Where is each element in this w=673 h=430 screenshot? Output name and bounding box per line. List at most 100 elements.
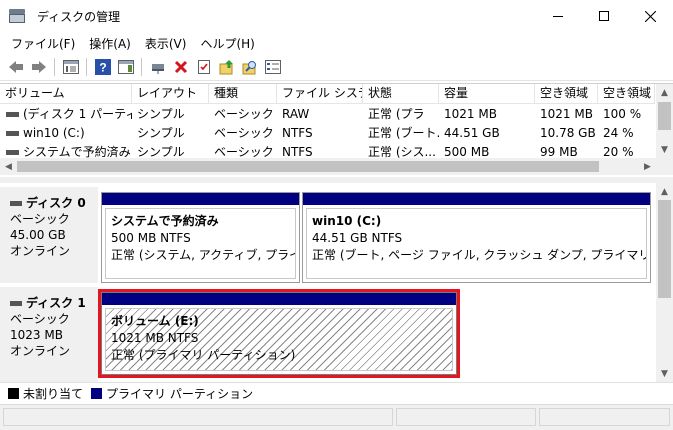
scroll-down-icon[interactable]: ▼ — [656, 365, 673, 382]
legend-swatch-primary — [91, 388, 103, 399]
toolbar-separator — [54, 58, 55, 76]
volume-layout: シンプル — [137, 107, 185, 121]
volume-name: win10 (C:) — [23, 126, 85, 140]
scrollbar-corner — [656, 158, 673, 175]
console-tree-button[interactable] — [59, 56, 82, 79]
details-icon — [264, 60, 281, 74]
partition-status: 正常 (ブート, ページ ファイル, クラッシュ ダンプ, プライマリ パーティ… — [312, 248, 647, 262]
volume-list: ボリューム レイアウト 種類 ファイル システム 状態 容量 空き領域 空き領域… — [0, 83, 673, 177]
status-section — [396, 408, 536, 426]
table-row[interactable]: win10 (C:) シンプル ベーシック NTFS 正常 (ブート... 44… — [0, 124, 655, 143]
column-capacity[interactable]: 容量 — [439, 84, 535, 103]
column-file-system[interactable]: ファイル システム — [277, 84, 363, 103]
volume-capacity: 44.51 GB — [444, 126, 500, 140]
menu-view[interactable]: 表示(V) — [138, 33, 194, 54]
close-icon — [644, 10, 656, 22]
disk-icon — [10, 200, 22, 206]
column-layout[interactable]: レイアウト — [132, 84, 209, 103]
help-button[interactable]: ? — [91, 56, 114, 79]
forward-icon — [31, 61, 46, 73]
toolbar: ? — [0, 54, 673, 81]
minimize-button[interactable] — [535, 0, 581, 32]
disk-type: ベーシック — [10, 312, 70, 326]
volume-file-system: NTFS — [282, 126, 313, 140]
volume-free-percent: 24 % — [603, 126, 634, 140]
column-volume[interactable]: ボリューム — [0, 84, 132, 103]
partition-bar — [102, 193, 299, 205]
up-button[interactable] — [215, 56, 238, 79]
scroll-up-icon[interactable]: ▲ — [656, 84, 673, 101]
delete-button[interactable] — [169, 56, 192, 79]
volume-free-space: 10.78 GB — [540, 126, 596, 140]
volume-icon — [6, 131, 19, 136]
legend-label-unallocated: 未割り当て — [23, 387, 84, 401]
volume-list-header: ボリューム レイアウト 種類 ファイル システム 状態 容量 空き領域 空き領域 — [0, 84, 655, 104]
properties-button[interactable] — [192, 56, 215, 79]
column-type[interactable]: 種類 — [209, 84, 277, 103]
minimize-icon — [553, 15, 563, 17]
volume-icon — [6, 150, 19, 155]
scroll-thumb[interactable] — [658, 102, 671, 130]
partition-system-reserved[interactable]: システムで予約済み 500 MB NTFS 正常 (システム, アクティブ, プ… — [101, 192, 300, 283]
partition-volume-e[interactable]: ボリューム (E:) 1021 MB NTFS 正常 (プライマリ パーティショ… — [101, 292, 457, 375]
disk-status: オンライン — [10, 344, 71, 358]
column-free-space-percent[interactable]: 空き領域 — [598, 84, 655, 103]
details-button[interactable] — [261, 56, 284, 79]
search-icon — [242, 61, 256, 75]
volume-capacity: 1021 MB — [444, 107, 497, 121]
connect-disk-icon — [151, 64, 164, 74]
scroll-thumb[interactable] — [658, 200, 671, 298]
scroll-right-icon[interactable]: ▶ — [639, 158, 656, 175]
legend-label-primary: プライマリ パーティション — [106, 387, 254, 401]
disk-management-icon — [9, 9, 25, 23]
search-button[interactable] — [238, 56, 261, 79]
scroll-thumb[interactable] — [17, 161, 599, 172]
disk-info-1[interactable]: ディスク 1 ベーシック 1023 MB オンライン — [0, 287, 98, 382]
scroll-up-icon[interactable]: ▲ — [656, 183, 673, 200]
menu-file[interactable]: ファイル(F) — [4, 33, 82, 54]
back-button[interactable] — [4, 56, 27, 79]
volume-type: ベーシック — [214, 126, 274, 140]
disk-type: ベーシック — [10, 212, 70, 226]
partition-bar — [102, 293, 456, 305]
disk-info-0[interactable]: ディスク 0 ベーシック 45.00 GB オンライン — [0, 187, 98, 283]
window-title: ディスクの管理 — [37, 9, 121, 24]
volume-list-vertical-scrollbar[interactable]: ▲ ▼ — [656, 84, 673, 158]
partition-win10-c[interactable]: win10 (C:) 44.51 GB NTFS 正常 (ブート, ページ ファ… — [302, 192, 651, 283]
volume-layout: シンプル — [137, 126, 185, 140]
maximize-icon — [599, 11, 609, 21]
disk-row-0: ディスク 0 ベーシック 45.00 GB オンライン システムで予約済み 50… — [0, 187, 656, 283]
volume-free-percent: 100 % — [603, 107, 642, 121]
disk-size: 1023 MB — [10, 328, 63, 342]
disk-view-vertical-scrollbar[interactable]: ▲ ▼ — [656, 183, 673, 382]
close-button[interactable] — [627, 0, 673, 32]
volume-status: 正常 (ブート... — [368, 126, 439, 140]
disk-icon — [10, 300, 22, 306]
maximize-button[interactable] — [581, 0, 627, 32]
delete-icon — [174, 60, 187, 74]
disk-name: ディスク 1 — [26, 296, 86, 310]
menu-help[interactable]: ヘルプ(H) — [193, 33, 261, 54]
forward-button[interactable] — [27, 56, 50, 79]
partition-size: 1021 MB NTFS — [111, 331, 199, 345]
disk-size: 45.00 GB — [10, 228, 66, 242]
status-bar — [0, 404, 673, 430]
toolbar-separator — [86, 58, 87, 76]
status-section — [3, 408, 393, 426]
volume-free-space: 1021 MB — [540, 107, 593, 121]
table-row[interactable]: (ディスク 1 パーティショ シンプル ベーシック RAW 正常 (プラ 102… — [0, 105, 655, 124]
volume-list-rows: (ディスク 1 パーティショ シンプル ベーシック RAW 正常 (プラ 102… — [0, 105, 655, 162]
column-free-space[interactable]: 空き領域 — [535, 84, 598, 103]
disk-status: オンライン — [10, 244, 71, 258]
action-pane-button[interactable] — [114, 56, 137, 79]
connect-disk-button[interactable] — [146, 56, 169, 79]
svg-text:?: ? — [99, 61, 106, 75]
scroll-down-icon[interactable]: ▼ — [656, 141, 673, 158]
menu-action[interactable]: 操作(A) — [82, 33, 138, 54]
help-icon: ? — [94, 59, 111, 75]
partition-bar — [303, 193, 650, 205]
column-status[interactable]: 状態 — [363, 84, 439, 103]
volume-list-horizontal-scrollbar[interactable]: ◀ ▶ — [0, 158, 656, 175]
back-icon — [8, 61, 23, 73]
scroll-left-icon[interactable]: ◀ — [0, 158, 17, 175]
